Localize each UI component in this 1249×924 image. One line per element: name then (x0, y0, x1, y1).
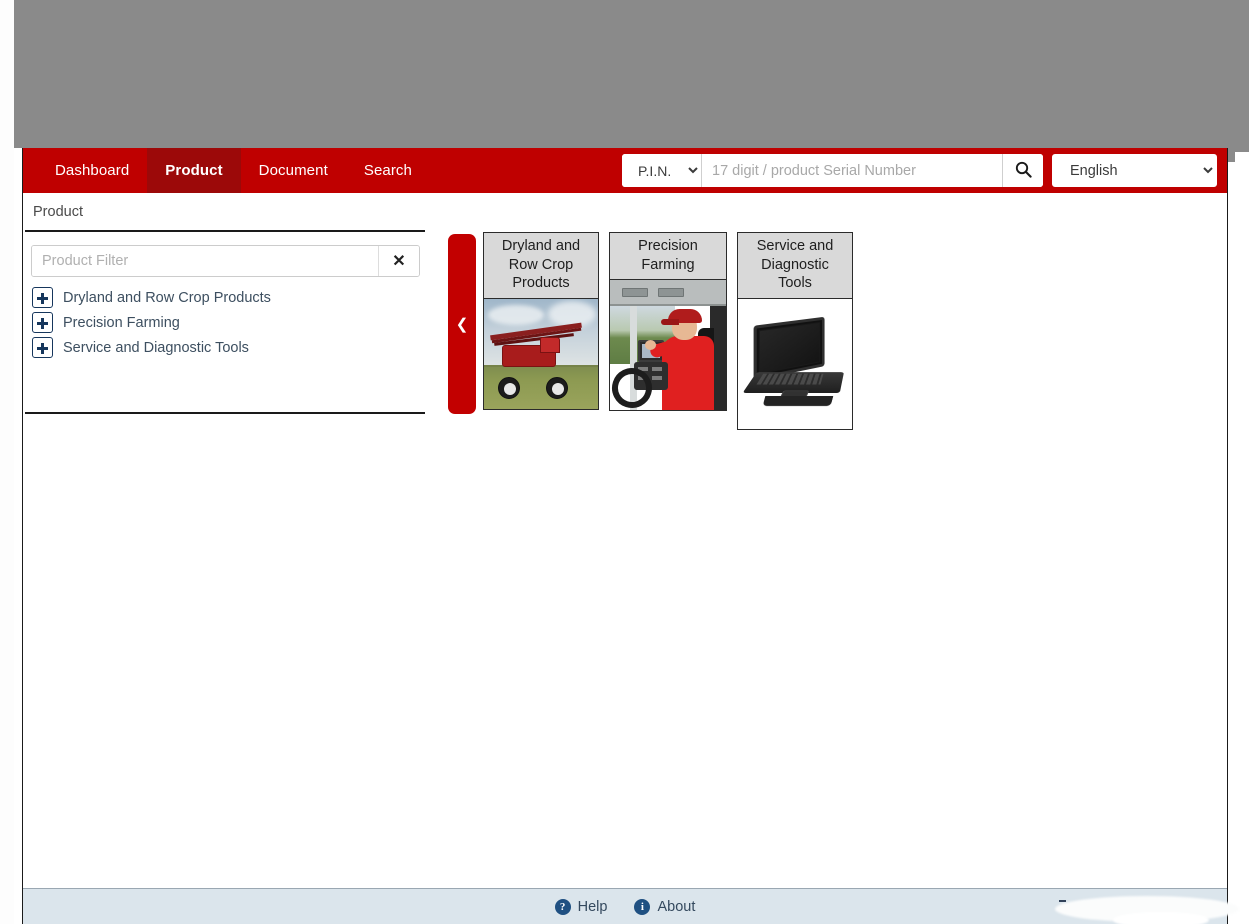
product-card-service-and-diagnostic-tools[interactable]: Service and Diagnostic Tools (737, 232, 853, 430)
rugged-laptop-photo (738, 298, 852, 429)
breadcrumb: Product (23, 193, 1227, 230)
search-icon (1015, 161, 1032, 181)
info-icon: i (634, 898, 651, 915)
footer-artifact-mark (1059, 900, 1066, 902)
product-filter-input[interactable] (32, 246, 378, 276)
app-page: Dashboard Product Document Search P.I.N.… (22, 148, 1239, 924)
product-filter-panel: ✕ Dryland and Row Crop Products Precisio… (25, 230, 425, 414)
nav-tab-list: Dashboard Product Document Search (23, 148, 430, 193)
nav-tab-dashboard[interactable]: Dashboard (37, 148, 147, 193)
plus-icon[interactable] (32, 287, 53, 308)
footer-link-help[interactable]: ? Help (554, 898, 608, 915)
search-type-select[interactable]: P.I.N. Model Serial (622, 154, 702, 187)
product-card-title: Precision Farming (610, 233, 726, 281)
search-button[interactable] (1002, 154, 1043, 187)
nav-right-controls: P.I.N. Model Serial (622, 148, 1221, 193)
language-select[interactable]: English Français Deutsch Español Portugu… (1052, 154, 1217, 187)
help-icon: ? (554, 898, 571, 915)
nav-tab-product[interactable]: Product (147, 148, 241, 193)
left-margin-strip (0, 0, 14, 924)
nav-tab-search[interactable]: Search (346, 148, 430, 193)
nav-tab-document-label: Document (258, 162, 328, 179)
nav-tab-product-label: Product (165, 162, 223, 179)
desktop-backdrop-right (1235, 0, 1249, 152)
clear-filter-button[interactable]: ✕ (378, 246, 419, 276)
nav-tab-document[interactable]: Document (241, 148, 346, 193)
main-content: ✕ Dryland and Row Crop Products Precisio… (23, 230, 1227, 883)
footer-link-about-label: About (657, 898, 696, 915)
product-card-precision-farming[interactable]: Precision Farming (609, 232, 727, 412)
tree-item-label: Service and Diagnostic Tools (63, 339, 249, 356)
search-group: P.I.N. Model Serial (622, 154, 1043, 187)
chevron-left-icon: ❮ (455, 315, 469, 333)
tree-item-label: Precision Farming (63, 314, 180, 331)
footer-link-about[interactable]: i About (634, 898, 696, 915)
footer-link-help-label: Help (577, 898, 608, 915)
top-navigation-bar: Dashboard Product Document Search P.I.N.… (23, 148, 1227, 193)
nav-tab-search-label: Search (363, 162, 412, 179)
tree-item-service-and-diagnostic-tools[interactable]: Service and Diagnostic Tools (32, 335, 425, 360)
collapse-panel-handle[interactable]: ❮ (448, 234, 476, 414)
tree-item-label: Dryland and Row Crop Products (63, 289, 271, 306)
tree-item-precision-farming[interactable]: Precision Farming (32, 310, 425, 335)
plus-icon[interactable] (32, 312, 53, 333)
sprayer-photo (484, 298, 598, 409)
product-card-grid: Dryland and Row Crop Products Precision … (483, 232, 853, 430)
product-filter-row: ✕ (31, 245, 420, 277)
product-category-tree: Dryland and Row Crop Products Precision … (31, 285, 425, 360)
footer-bar: ? Help i About (23, 888, 1239, 924)
cab-operator-photo (610, 280, 726, 411)
desktop-backdrop (14, 0, 1235, 148)
screen-root: Dashboard Product Document Search P.I.N.… (0, 0, 1249, 924)
breadcrumb-current: Product (33, 203, 83, 220)
plus-icon[interactable] (32, 337, 53, 358)
product-card-title: Dryland and Row Crop Products (484, 233, 598, 299)
product-card-dryland-and-row-crop-products[interactable]: Dryland and Row Crop Products (483, 232, 599, 410)
serial-number-input[interactable] (702, 154, 1002, 187)
footer-artifact-secondary (1113, 912, 1209, 924)
nav-tab-dashboard-label: Dashboard (55, 162, 130, 179)
product-card-title: Service and Diagnostic Tools (738, 233, 852, 299)
tree-item-dryland-and-row-crop-products[interactable]: Dryland and Row Crop Products (32, 285, 425, 310)
close-icon: ✕ (392, 253, 406, 270)
